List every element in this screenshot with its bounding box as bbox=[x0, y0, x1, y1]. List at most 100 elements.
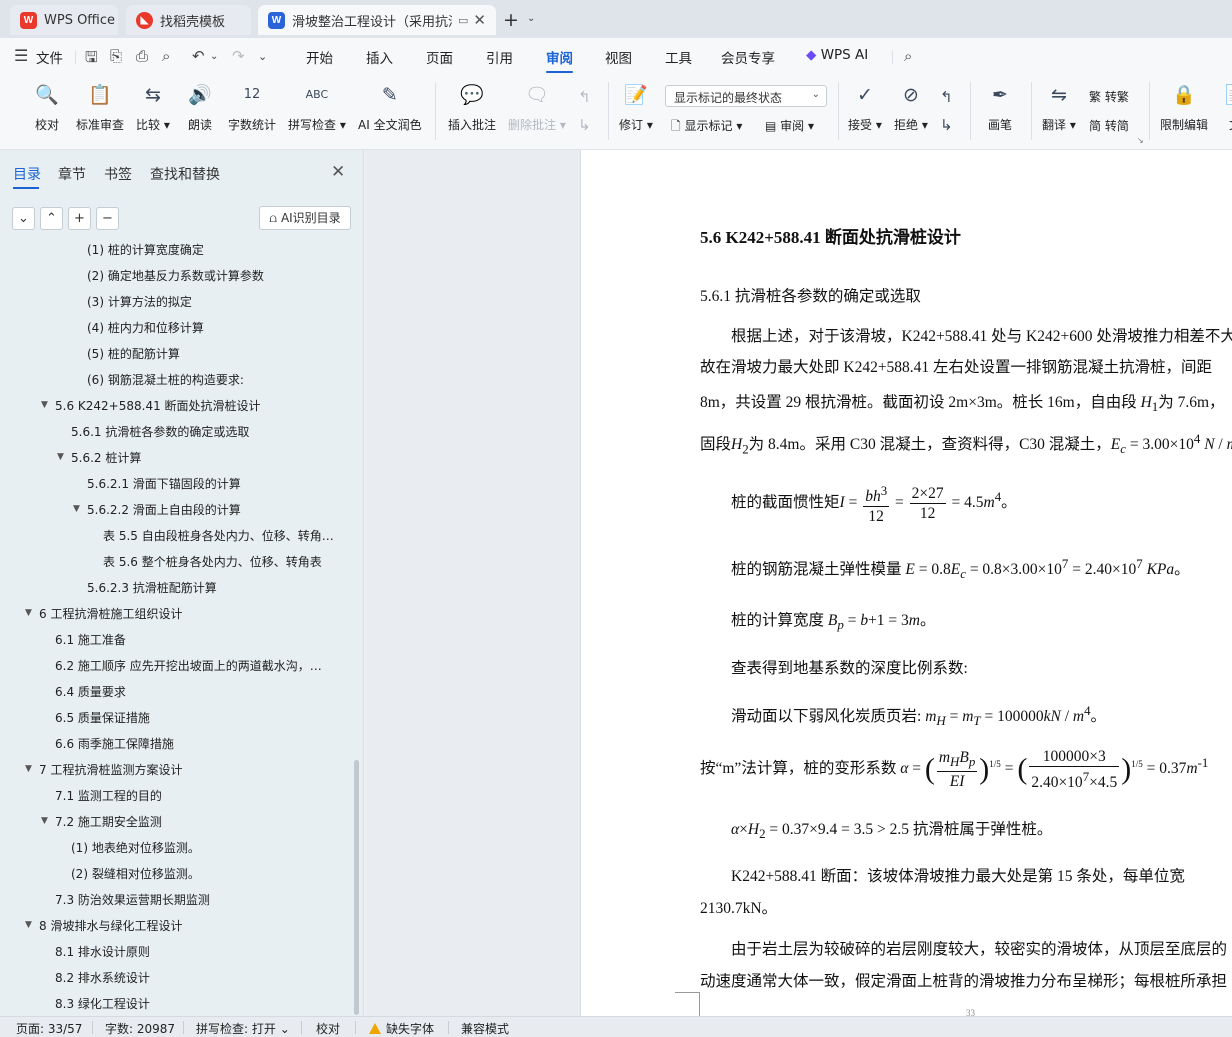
print-icon[interactable]: ⎙ bbox=[136, 47, 148, 65]
document-canvas[interactable]: 5.6 K242+588.41 断面处抗滑桩设计 5.6.1 抗滑桩各参数的确定… bbox=[365, 150, 1232, 1016]
tab-chapters[interactable]: 章节 bbox=[58, 164, 86, 184]
toc-item[interactable]: (5) 桩的配筋计算 bbox=[87, 345, 180, 362]
ink-button[interactable]: ✒ 画笔 bbox=[987, 82, 1013, 133]
menu-file[interactable]: 文件 bbox=[36, 47, 63, 67]
toc-item[interactable]: 8 滑坡排水与绿化工程设计 bbox=[39, 917, 182, 934]
toc-item[interactable]: 8.2 排水系统设计 bbox=[55, 969, 150, 986]
undo-chevron-icon[interactable]: ⌄ bbox=[210, 51, 218, 62]
doc-permission-button[interactable]: 📄文 bbox=[1222, 82, 1232, 133]
toc-item[interactable]: 表 5.5 自由段桩身各处内力、位移、转角… bbox=[103, 527, 334, 544]
menu-tools[interactable]: 工具 bbox=[665, 47, 692, 67]
restrict-edit-button[interactable]: 🔒 限制编辑 bbox=[1160, 82, 1208, 133]
more-chevron-icon[interactable]: ⌄ bbox=[258, 50, 267, 63]
toc-item[interactable]: (2) 裂缝相对位移监测。 bbox=[71, 865, 200, 882]
undo-icon[interactable]: ↶ bbox=[192, 47, 205, 65]
compare-button[interactable]: ⇆ 比较 ▾ bbox=[136, 82, 170, 133]
collapse-level-button[interactable]: ⌃ bbox=[40, 207, 63, 230]
ai-toc-button[interactable]: ⩍ AI识别目录 bbox=[259, 206, 351, 230]
toc-item[interactable]: 7.2 施工期安全监测 bbox=[55, 813, 162, 830]
toc-item[interactable]: 7 工程抗滑桩监测方案设计 bbox=[39, 761, 182, 778]
save-icon[interactable]: 🖫 bbox=[85, 47, 98, 72]
spell-check-indicator[interactable]: 拼写检查: 打开 ⌄ bbox=[196, 1020, 290, 1037]
menu-wps-ai[interactable]: ◆ WPS AI bbox=[806, 47, 868, 63]
page-indicator[interactable]: 页面: 33/57 bbox=[16, 1020, 82, 1037]
proofread-button[interactable]: 🔍 校对 bbox=[34, 82, 60, 133]
toc-item[interactable]: 6.4 质量要求 bbox=[55, 683, 126, 700]
toc-item[interactable]: 6.2 施工顺序 应先开挖出坡面上的两道截水沟，… bbox=[55, 657, 322, 674]
monitor-icon[interactable]: ▭ bbox=[458, 14, 468, 27]
tab-list-chevron-icon[interactable]: ⌄ bbox=[527, 13, 535, 24]
ai-polish-button[interactable]: ✎ AI 全文润色 bbox=[358, 82, 422, 133]
proof-indicator[interactable]: 校对 bbox=[316, 1020, 340, 1037]
toc-item[interactable]: 5.6.2.3 抗滑桩配筋计算 bbox=[87, 579, 217, 596]
toc-item[interactable]: 7.1 监测工程的目的 bbox=[55, 787, 162, 804]
toc-item[interactable]: 5.6.2.1 滑面下锚固段的计算 bbox=[87, 475, 241, 492]
to-simplified-button[interactable]: 简 转简 bbox=[1089, 117, 1129, 134]
toc-item[interactable]: 6.6 雨季施工保障措施 bbox=[55, 735, 174, 752]
menu-review[interactable]: 审阅 bbox=[546, 47, 573, 67]
menu-view[interactable]: 视图 bbox=[605, 47, 632, 67]
word-count-indicator[interactable]: 字数: 20987 bbox=[105, 1020, 175, 1037]
menu-page[interactable]: 页面 bbox=[426, 47, 453, 67]
toc-item[interactable]: 5.6.2 桩计算 bbox=[71, 449, 141, 466]
toc-item[interactable]: (1) 地表绝对位移监测。 bbox=[71, 839, 200, 856]
collapse-triangle-icon[interactable]: ▼ bbox=[73, 504, 80, 514]
collapse-triangle-icon[interactable]: ▼ bbox=[41, 816, 48, 826]
markup-mode-select[interactable]: 显示标记的最终状态 ⌄ bbox=[665, 85, 827, 107]
tab-find-replace[interactable]: 查找和替换 bbox=[150, 164, 220, 184]
tab-docer-templates[interactable]: ◣ 找稻壳模板 bbox=[126, 5, 251, 35]
print-preview-icon[interactable]: ⌕ bbox=[162, 47, 170, 65]
expand-level-button[interactable]: ⌄ bbox=[12, 207, 35, 230]
word-count-button[interactable]: 12 字数统计 bbox=[228, 82, 276, 133]
standard-review-button[interactable]: 📋 标准审查 bbox=[76, 82, 124, 133]
menu-insert[interactable]: 插入 bbox=[366, 47, 393, 67]
hamburger-menu-icon[interactable]: ☰ bbox=[14, 46, 28, 65]
show-markup-button[interactable]: 🗋 显示标记 ▾ bbox=[671, 117, 742, 138]
review-pane-button[interactable]: ▤ 审阅 ▾ bbox=[765, 117, 814, 134]
toc-item[interactable]: (3) 计算方法的拟定 bbox=[87, 293, 192, 310]
share-icon[interactable]: ⎘ bbox=[110, 47, 122, 65]
toc-item[interactable]: 表 5.6 整个桩身各处内力、位移、转角表 bbox=[103, 553, 322, 570]
toc-item[interactable]: 5.6.2.2 滑面上自由段的计算 bbox=[87, 501, 241, 518]
search-icon[interactable]: ⌕ bbox=[904, 47, 912, 65]
tab-bookmarks[interactable]: 书签 bbox=[104, 164, 132, 184]
read-aloud-button[interactable]: 🔊 朗读 bbox=[187, 82, 213, 133]
document-page[interactable]: 5.6 K242+588.41 断面处抗滑桩设计 5.6.1 抗滑桩各参数的确定… bbox=[580, 150, 1232, 1016]
toc-item[interactable]: 7.3 防治效果运营期长期监测 bbox=[55, 891, 210, 908]
toc-item[interactable]: 8.3 绿化工程设计 bbox=[55, 995, 150, 1012]
missing-font-indicator[interactable]: 缺失字体 bbox=[369, 1020, 434, 1037]
toc-item[interactable]: 5.6.1 抗滑桩各参数的确定或选取 bbox=[71, 423, 249, 440]
menu-start[interactable]: 开始 bbox=[306, 47, 333, 67]
menu-references[interactable]: 引用 bbox=[486, 47, 513, 67]
accept-button[interactable]: ✓ 接受 ▾ bbox=[848, 82, 882, 133]
toc-item[interactable]: 6.5 质量保证措施 bbox=[55, 709, 150, 726]
collapse-triangle-icon[interactable]: ▼ bbox=[57, 452, 64, 462]
reject-button[interactable]: ⊘ 拒绝 ▾ bbox=[894, 82, 928, 133]
insert-comment-button[interactable]: 💬 插入批注 bbox=[448, 82, 496, 133]
revise-button[interactable]: 📝 修订 ▾ bbox=[619, 82, 653, 133]
toc-item[interactable]: 6 工程抗滑桩施工组织设计 bbox=[39, 605, 182, 622]
toc-item[interactable]: 6.1 施工准备 bbox=[55, 631, 126, 648]
tab-toc[interactable]: 目录 bbox=[13, 164, 41, 184]
to-traditional-button[interactable]: 繁 转繁 bbox=[1089, 88, 1129, 105]
collapse-triangle-icon[interactable]: ▼ bbox=[41, 400, 48, 410]
toc-item[interactable]: (1) 桩的计算宽度确定 bbox=[87, 241, 204, 258]
new-tab-icon[interactable]: + bbox=[503, 9, 519, 31]
toc-item[interactable]: (4) 桩内力和位移计算 bbox=[87, 319, 204, 336]
next-change-icon[interactable]: ↳ bbox=[940, 116, 953, 134]
toc-item[interactable]: (2) 确定地基反力系数或计算参数 bbox=[87, 267, 264, 284]
spell-check-button[interactable]: ABC 拼写检查 ▾ bbox=[288, 82, 346, 133]
toc-scrollbar[interactable] bbox=[354, 760, 359, 1015]
tab-current-document[interactable]: W 滑坡整治工程设计（采用抗滑 ▭ ✕ bbox=[258, 5, 496, 35]
close-panel-icon[interactable]: ✕ bbox=[331, 162, 345, 182]
toc-item[interactable]: 8.1 排水设计原则 bbox=[55, 943, 150, 960]
collapse-triangle-icon[interactable]: ▼ bbox=[25, 920, 32, 930]
close-tab-icon[interactable]: ✕ bbox=[473, 11, 486, 29]
previous-change-icon[interactable]: ↰ bbox=[940, 88, 953, 106]
menu-membership[interactable]: 会员专享 bbox=[721, 47, 775, 67]
add-heading-button[interactable]: + bbox=[68, 207, 91, 230]
toc-item[interactable]: 5.6 K242+588.41 断面处抗滑桩设计 bbox=[55, 397, 261, 414]
translate-button[interactable]: ⇋ 翻译 ▾ bbox=[1042, 82, 1076, 133]
collapse-triangle-icon[interactable]: ▼ bbox=[25, 764, 32, 774]
toc-item[interactable]: (6) 钢筋混凝土桩的构造要求: bbox=[87, 371, 244, 388]
